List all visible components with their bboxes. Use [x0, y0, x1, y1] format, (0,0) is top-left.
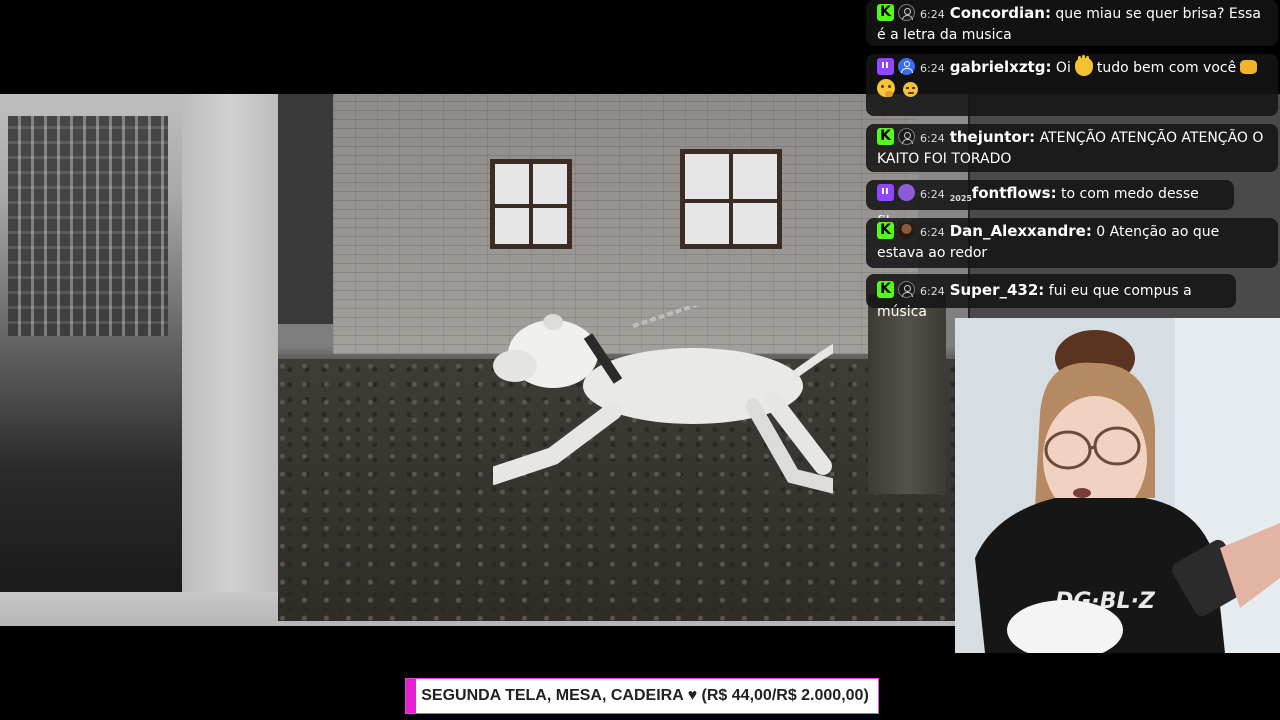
- chat-username[interactable]: Dan_Alexxandre:: [950, 222, 1092, 240]
- chat-message: 6:24 gabrielxztg: Oi tudo bem com você: [866, 54, 1278, 116]
- message-timestamp: 6:24: [920, 188, 945, 201]
- default-avatar-icon: [898, 128, 915, 145]
- wall-between-frames: [182, 94, 278, 626]
- chat-message: 6:24thejuntor: ATENÇÃO ATENÇÃO ATENÇÃO O…: [866, 124, 1278, 172]
- message-timestamp: 6:24: [920, 62, 945, 75]
- message-timestamp: 6:24: [920, 8, 945, 21]
- fist-bump-emoji-icon: [1240, 60, 1258, 74]
- photo-avatar-icon: [898, 222, 915, 239]
- chat-username[interactable]: Concordian:: [950, 4, 1051, 22]
- chat-message: 6:24Concordian: que miau se quer brisa? …: [866, 0, 1278, 46]
- streamer-webcam-image: DG·BL·Z: [955, 318, 1280, 653]
- window-left-image: [490, 159, 572, 249]
- message-timestamp: 6:24: [920, 285, 945, 298]
- blue-avatar-icon: [898, 58, 915, 75]
- smirk-face-emoji-icon: [903, 82, 918, 97]
- left-photo-print: [0, 94, 182, 592]
- kick-badge-icon: [877, 281, 894, 298]
- message-text: Oi: [1055, 60, 1071, 76]
- twitch-badge-icon: [877, 58, 894, 75]
- goal-label: SEGUNDA TELA, MESA, CADEIRA ♥ (R$ 44,00/…: [421, 687, 869, 704]
- chat-username[interactable]: thejuntor:: [950, 128, 1035, 146]
- chat-username[interactable]: fontflows:: [972, 184, 1057, 202]
- tower-building-image: [8, 116, 168, 336]
- message-text: tudo bem com você: [1096, 60, 1237, 76]
- message-timestamp: 6:24: [920, 226, 945, 239]
- chat-overlay: 6:24Concordian: que miau se quer brisa? …: [866, 0, 1280, 320]
- chat-message: 6:24Dan_Alexxandre: 0 Atenção ao que est…: [866, 218, 1278, 268]
- white-dog-image: [493, 306, 833, 494]
- default-avatar-icon: [898, 281, 915, 298]
- donation-goal-bar: SEGUNDA TELA, MESA, CADEIRA ♥ (R$ 44,00/…: [405, 678, 879, 714]
- kick-badge-icon: [877, 222, 894, 239]
- person-legs-image: [868, 294, 946, 494]
- chat-username[interactable]: Super_432:: [950, 281, 1045, 299]
- chat-username[interactable]: gabrielxztg:: [950, 58, 1052, 76]
- default-avatar-icon: [898, 4, 915, 21]
- badge-2025-icon: 2025: [949, 194, 972, 203]
- chat-message: 6:24Super_432: fui eu que compus a músic…: [866, 274, 1236, 320]
- waving-hand-emoji-icon: [1074, 56, 1093, 76]
- webcam-overlay: DG·BL·Z: [955, 318, 1280, 653]
- chat-message: 6:242025fontflows: to com medo desse fil…: [866, 180, 1234, 230]
- kick-badge-icon: [877, 4, 894, 21]
- doorway-image: [278, 94, 336, 324]
- twitch-badge-icon: [877, 184, 894, 201]
- window-right-image: [680, 149, 782, 249]
- purple-avatar-icon: [898, 184, 915, 201]
- message-timestamp: 6:24: [920, 132, 945, 145]
- thinking-face-emoji-icon: [877, 79, 895, 97]
- kick-badge-icon: [877, 128, 894, 145]
